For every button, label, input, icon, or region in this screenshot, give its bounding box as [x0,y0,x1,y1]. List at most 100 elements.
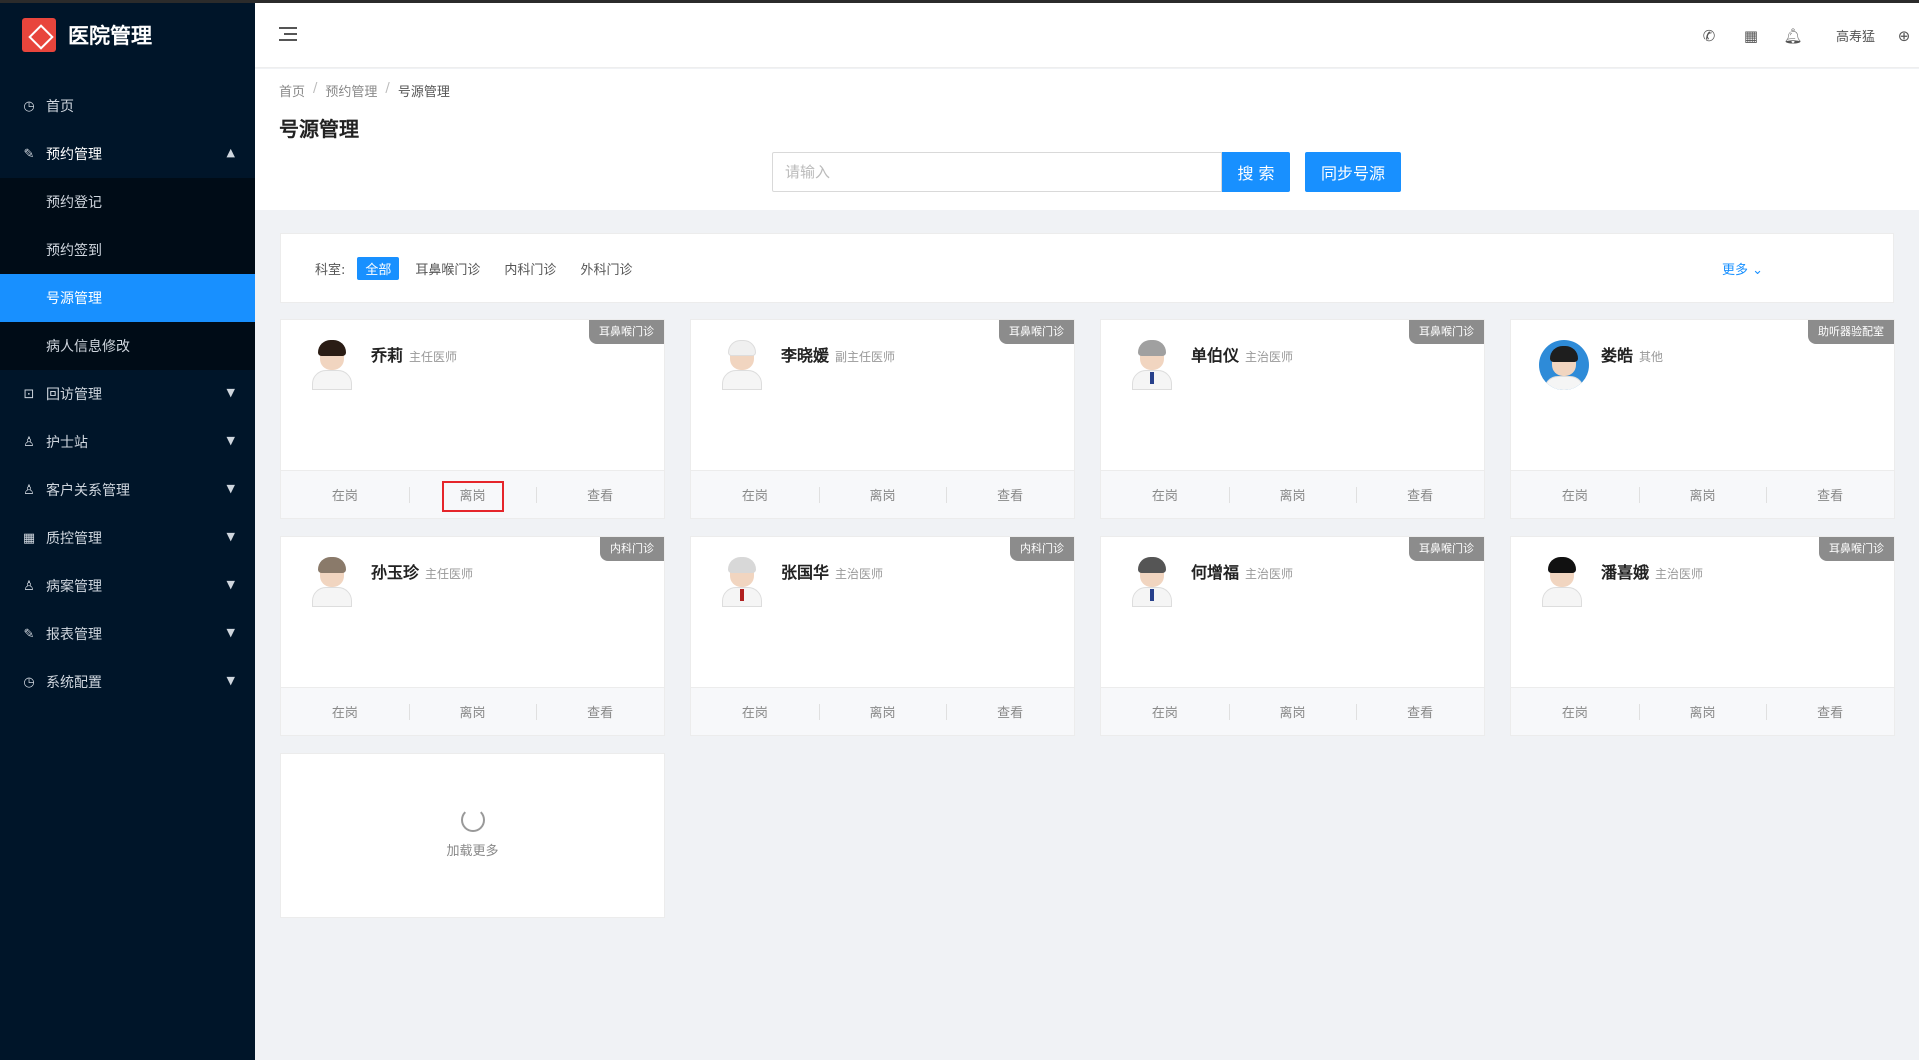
on-duty-button[interactable]: 在岗 [691,702,819,721]
breadcrumb-home[interactable]: 首页 [279,81,305,100]
sidebar-item-records[interactable]: ♙ 病案管理 ▼ [0,562,255,610]
sidebar-item-label: 预约签到 [46,243,102,259]
doctor-name: 单伯仪 主治医师 [1191,346,1294,365]
doctor-avatar [309,340,355,390]
globe-icon[interactable]: ⊕ [1889,27,1919,45]
sidebar-item-nurse-station[interactable]: ♙ 护士站 ▼ [0,418,255,466]
sidebar-item-system-config[interactable]: ◷ 系统配置 ▼ [0,658,255,706]
breadcrumb-appointment[interactable]: 预约管理 [325,81,377,100]
breadcrumb-separator: / [313,81,318,96]
sidebar-item-source-management[interactable]: 号源管理 [0,274,255,322]
sidebar-item-label: 质控管理 [46,531,102,547]
doctor-card: 耳鼻喉门诊 潘喜娥 主治医师 在岗 离岗 查看 [1510,536,1895,736]
user-icon: ♙ [23,434,35,450]
sidebar-item-label: 预约登记 [46,195,102,211]
edit-icon: ✎ [23,146,35,162]
sidebar-item-quality-control[interactable]: ▦ 质控管理 ▼ [0,514,255,562]
sidebar-item-crm[interactable]: ♙ 客户关系管理 ▼ [0,466,255,514]
view-button[interactable]: 查看 [946,485,1074,504]
doctor-title: 其他 [1639,350,1664,364]
card-actions: 在岗 离岗 查看 [281,470,664,518]
dept-badge: 耳鼻喉门诊 [1409,537,1484,561]
app-logo[interactable]: 医院管理 [0,0,255,70]
sidebar-item-appointment[interactable]: ✎ 预约管理 ▲ [0,130,255,178]
apps-icon[interactable]: ▦ [1730,27,1772,45]
on-duty-button[interactable]: 在岗 [1511,485,1639,504]
on-duty-button[interactable]: 在岗 [1101,485,1229,504]
sidebar-item-label: 系统配置 [46,675,102,691]
dept-badge: 耳鼻喉门诊 [1409,320,1484,344]
view-button[interactable]: 查看 [1766,485,1894,504]
on-duty-button[interactable]: 在岗 [1511,702,1639,721]
on-duty-button[interactable]: 在岗 [691,485,819,504]
bell-icon[interactable]: 🔔︎ [1772,27,1814,45]
doctor-title: 副主任医师 [835,350,896,364]
sidebar-item-label: 预约管理 [46,147,102,163]
doctor-card: 内科门诊 孙玉珍 主任医师 在岗 离岗 查看 [280,536,665,736]
dept-tag-internal[interactable]: 内科门诊 [496,257,564,280]
doctor-avatar [1129,340,1175,390]
sidebar-item-appointment-checkin[interactable]: 预约签到 [0,226,255,274]
dept-tag-ent[interactable]: 耳鼻喉门诊 [407,257,488,280]
user-icon: ♙ [23,578,35,594]
search-button[interactable]: 搜 索 [1222,152,1290,192]
sync-source-button[interactable]: 同步号源 [1305,152,1401,192]
department-filter: 科室: 全部 耳鼻喉门诊 内科门诊 外科门诊 更多 ⌄ [280,233,1894,303]
off-duty-button[interactable]: 离岗 [1228,702,1357,721]
off-duty-button[interactable]: 离岗 [1638,702,1767,721]
view-button[interactable]: 查看 [1766,702,1894,721]
off-duty-button[interactable]: 离岗 [408,481,537,512]
doctor-avatar [309,557,355,607]
load-more-label: 加载更多 [446,844,499,859]
dept-badge: 内科门诊 [1010,537,1074,561]
doctor-title: 主治医师 [835,567,884,581]
chevron-down-icon: ▼ [226,482,235,495]
chevron-down-icon: ▼ [226,434,235,447]
dept-tag-surgery[interactable]: 外科门诊 [572,257,640,280]
breadcrumb-current: 号源管理 [397,85,450,100]
search-input[interactable] [772,152,1222,192]
sidebar-item-reports[interactable]: ✎ 报表管理 ▼ [0,610,255,658]
doctor-title: 主治医师 [1655,567,1704,581]
user-name[interactable]: 高寿猛 [1836,26,1875,45]
sidebar-item-label: 病案管理 [46,579,102,595]
view-button[interactable]: 查看 [1356,485,1484,504]
load-more-card[interactable]: 加载更多 [280,753,665,918]
on-duty-button[interactable]: 在岗 [281,702,409,721]
card-actions: 在岗 离岗 查看 [1511,470,1894,518]
card-actions: 在岗 离岗 查看 [1511,687,1894,735]
dept-tag-all[interactable]: 全部 [357,256,400,280]
off-duty-button[interactable]: 离岗 [818,485,947,504]
doctor-name: 娄皓 其他 [1601,346,1664,365]
sidebar-item-patient-edit[interactable]: 病人信息修改 [0,322,255,370]
doctor-card: 内科门诊 张国华 主治医师 在岗 离岗 查看 [690,536,1075,736]
sidebar-item-appointment-register[interactable]: 预约登记 [0,178,255,226]
doctor-card: 耳鼻喉门诊 何增福 主治医师 在岗 离岗 查看 [1100,536,1485,736]
off-duty-button[interactable]: 离岗 [818,702,947,721]
more-departments-link[interactable]: 更多 ⌄ [1722,259,1763,278]
dept-badge: 耳鼻喉门诊 [999,320,1074,344]
page-header: 首页 / 预约管理 / 号源管理 号源管理 搜 索 同步号源 [255,69,1919,210]
menu-fold-icon[interactable] [279,27,297,43]
phone-icon[interactable]: ✆ [1688,27,1730,45]
sidebar-item-label: 护士站 [46,435,88,451]
dept-badge: 耳鼻喉门诊 [589,320,664,344]
off-duty-button[interactable]: 离岗 [1638,485,1767,504]
view-button[interactable]: 查看 [536,702,664,721]
on-duty-button[interactable]: 在岗 [1101,702,1229,721]
chevron-down-icon: ⌄ [1752,263,1763,278]
view-button[interactable]: 查看 [1356,702,1484,721]
sidebar-item-home[interactable]: ◷ 首页 [0,82,255,130]
user-icon: ♙ [23,482,35,498]
on-duty-button[interactable]: 在岗 [281,485,409,504]
doctor-avatar [719,557,765,607]
view-button[interactable]: 查看 [536,485,664,504]
sidebar-item-followup[interactable]: ⊡ 回访管理 ▼ [0,370,255,418]
off-duty-button[interactable]: 离岗 [1228,485,1357,504]
view-button[interactable]: 查看 [946,702,1074,721]
off-duty-button[interactable]: 离岗 [408,702,537,721]
doctor-card: 助听器验配室 娄皓 其他 在岗 离岗 查看 [1510,319,1895,519]
dashboard-icon: ◷ [23,98,35,114]
doctor-card: 耳鼻喉门诊 李晓媛 副主任医师 在岗 离岗 查看 [690,319,1075,519]
doctor-name: 何增福 主治医师 [1191,563,1294,582]
